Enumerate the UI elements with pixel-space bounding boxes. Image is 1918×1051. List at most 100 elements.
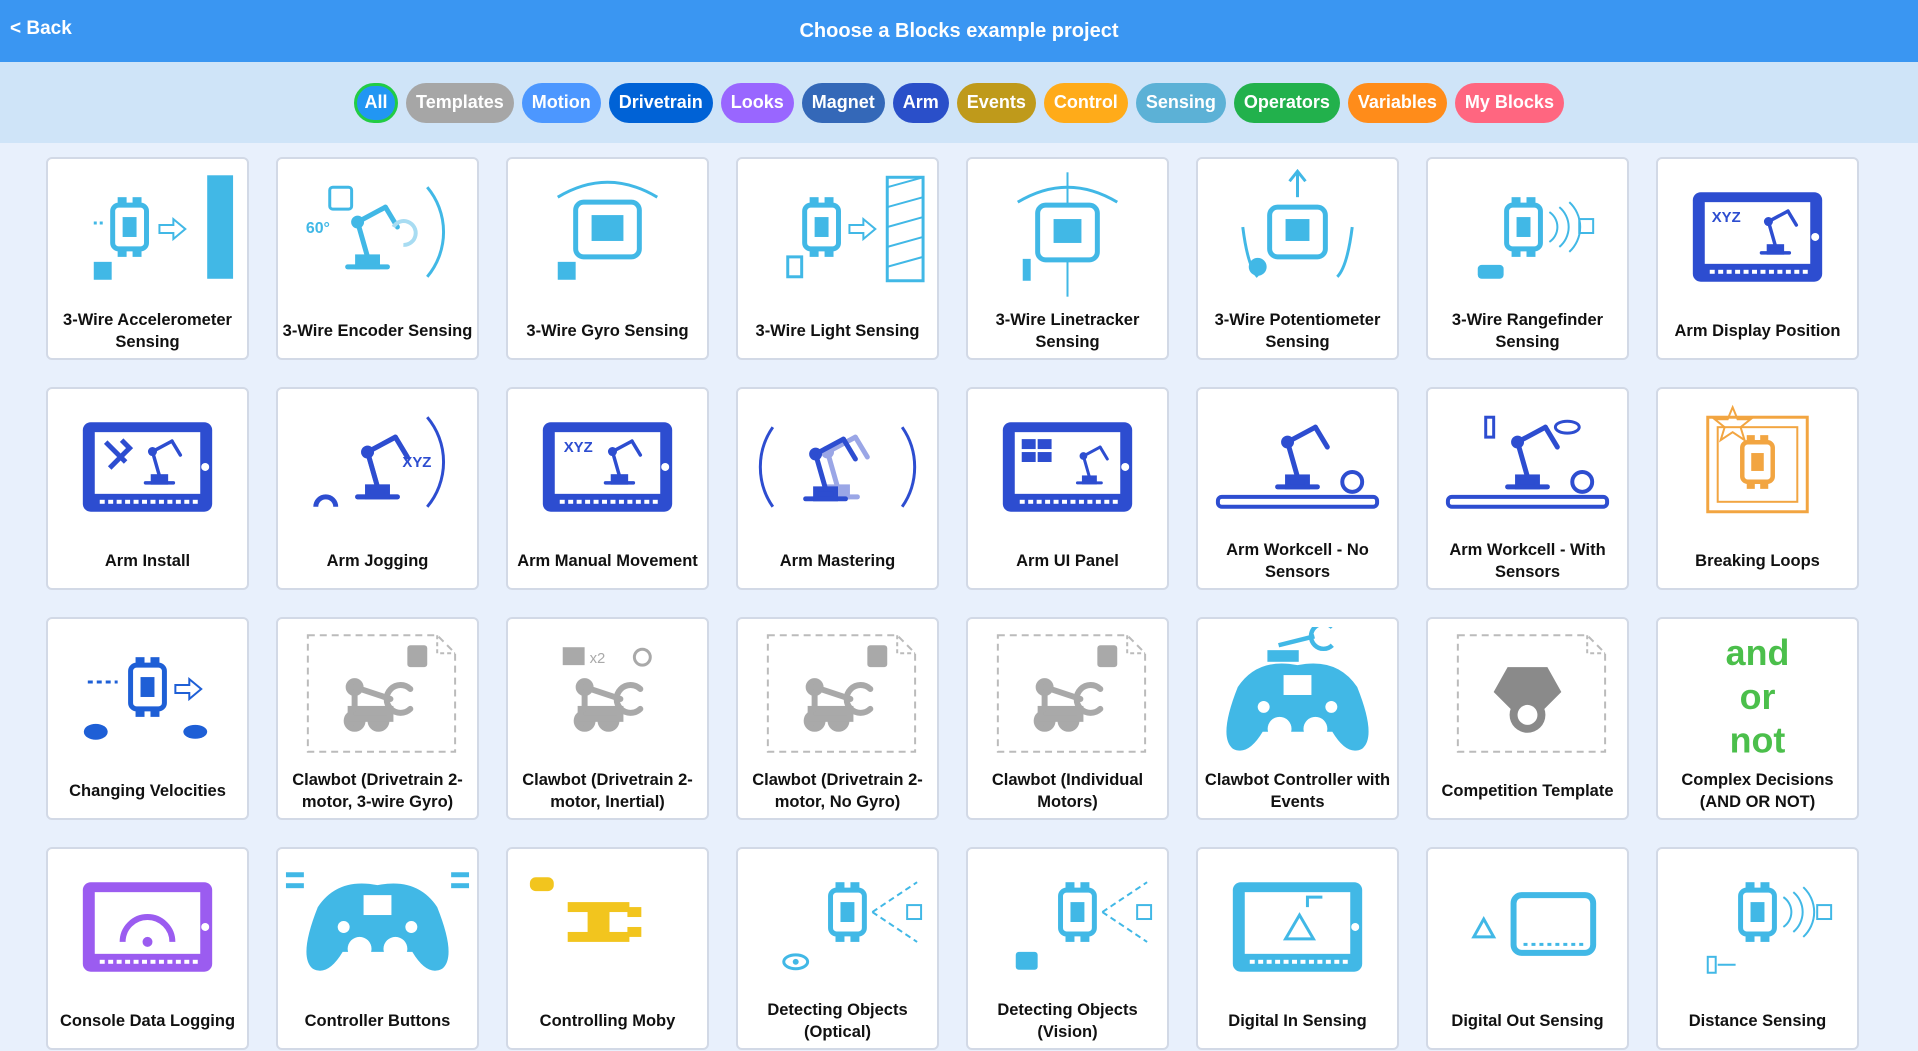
project-card[interactable]: XYZ Arm Manual Movement bbox=[506, 387, 709, 590]
project-card[interactable]: Clawbot Controller with Events bbox=[1196, 617, 1399, 820]
project-label: Detecting Objects (Optical) bbox=[767, 1001, 908, 1041]
project-label: Competition Template bbox=[1441, 782, 1614, 800]
project-card[interactable]: Detecting Objects (Vision) bbox=[966, 847, 1169, 1050]
project-card[interactable]: XYZ Arm Jogging bbox=[276, 387, 479, 590]
project-card[interactable]: Clawbot (Drivetrain 2-motor, No Gyro) bbox=[736, 617, 939, 820]
project-card[interactable]: Changing Velocities bbox=[46, 617, 249, 820]
project-label: Arm Manual Movement bbox=[517, 552, 698, 570]
svg-text:and: and bbox=[1726, 633, 1790, 673]
project-card[interactable]: Competition Template bbox=[1426, 617, 1629, 820]
project-label: 3-Wire Encoder Sensing bbox=[282, 322, 473, 340]
competition-icon bbox=[1428, 623, 1627, 761]
project-label: Clawbot (Individual Motors) bbox=[991, 771, 1144, 811]
project-card[interactable]: 3-Wire Gyro Sensing bbox=[506, 157, 709, 360]
project-card[interactable]: Arm UI Panel bbox=[966, 387, 1169, 590]
filter-chip-looks[interactable]: Looks bbox=[720, 82, 794, 123]
filter-chip-events[interactable]: Events bbox=[956, 82, 1036, 123]
filter-chip-drivetrain[interactable]: Drivetrain bbox=[608, 82, 713, 123]
project-label: 3-Wire Rangefinder Sensing bbox=[1451, 311, 1604, 351]
project-label: Controlling Moby bbox=[539, 1012, 676, 1030]
project-card[interactable]: Controlling Moby bbox=[506, 847, 709, 1050]
project-card[interactable]: and or not Complex Decisions (AND OR NOT) bbox=[1656, 617, 1859, 820]
project-card[interactable]: Arm Mastering bbox=[736, 387, 939, 590]
vision-icon bbox=[968, 853, 1167, 991]
project-card[interactable]: 3-Wire Linetracker Sensing bbox=[966, 157, 1169, 360]
filter-chip-control[interactable]: Control bbox=[1043, 82, 1128, 123]
project-label: 3-Wire Light Sensing bbox=[755, 322, 920, 340]
project-card[interactable]: XYZ Arm Display Position bbox=[1656, 157, 1859, 360]
clawbot-template-icon bbox=[738, 623, 937, 761]
svg-text:or: or bbox=[1740, 677, 1776, 717]
clawbot-template-icon bbox=[968, 623, 1167, 761]
project-card[interactable]: Clawbot (Individual Motors) bbox=[966, 617, 1169, 820]
project-label: 3-Wire Accelerometer Sensing bbox=[63, 311, 232, 351]
filter-chip-motion[interactable]: Motion bbox=[521, 82, 601, 123]
moby-icon bbox=[508, 853, 707, 991]
project-label: Clawbot (Drivetrain 2-motor, No Gyro) bbox=[752, 771, 923, 811]
rangefinder-icon bbox=[1428, 163, 1627, 301]
project-label: Arm Mastering bbox=[779, 552, 896, 570]
console-logging-icon bbox=[48, 853, 247, 991]
filter-chip-all[interactable]: All bbox=[354, 82, 399, 123]
project-label: Detecting Objects (Vision) bbox=[997, 1001, 1138, 1041]
project-label: Arm Display Position bbox=[1674, 322, 1841, 340]
project-label: Arm Jogging bbox=[326, 552, 429, 570]
project-label: Clawbot Controller with Events bbox=[1204, 771, 1391, 811]
project-label: Clawbot (Drivetrain 2-motor, Inertial) bbox=[522, 771, 693, 811]
breaking-loops-icon bbox=[1658, 393, 1857, 531]
arm-display-icon: XYZ bbox=[1658, 163, 1857, 301]
project-card[interactable]: 3-Wire Rangefinder Sensing bbox=[1426, 157, 1629, 360]
project-label: Clawbot (Drivetrain 2-motor, 3-wire Gyro… bbox=[292, 771, 463, 811]
project-card[interactable]: Detecting Objects (Optical) bbox=[736, 847, 939, 1050]
and-or-not-icon: and or not bbox=[1658, 623, 1857, 761]
project-label: Arm Workcell - With Sensors bbox=[1449, 541, 1606, 581]
project-grid: 3-Wire Accelerometer Sensing 60° 3-Wire E… bbox=[46, 157, 1859, 1050]
project-card[interactable]: Clawbot (Drivetrain 2-motor, 3-wire Gyro… bbox=[276, 617, 479, 820]
filter-chip-sensing[interactable]: Sensing bbox=[1135, 82, 1226, 123]
filter-chip-magnet[interactable]: Magnet bbox=[801, 82, 885, 123]
accelerometer-icon bbox=[48, 163, 247, 301]
back-button[interactable]: < Back bbox=[10, 18, 72, 40]
project-card[interactable]: 3-Wire Accelerometer Sensing bbox=[46, 157, 249, 360]
filter-chip-my-blocks[interactable]: My Blocks bbox=[1454, 82, 1564, 123]
potentiometer-icon bbox=[1198, 163, 1397, 301]
project-card[interactable]: Arm Workcell - With Sensors bbox=[1426, 387, 1629, 590]
project-card[interactable]: Controller Buttons bbox=[276, 847, 479, 1050]
filter-chip-variables[interactable]: Variables bbox=[1347, 82, 1447, 123]
arm-mastering-icon bbox=[738, 393, 937, 531]
arm-workcell-sensors-icon bbox=[1428, 393, 1627, 531]
project-label: Distance Sensing bbox=[1688, 1012, 1827, 1030]
digital-out-icon bbox=[1428, 853, 1627, 991]
project-label: Changing Velocities bbox=[69, 782, 226, 800]
optical-icon bbox=[738, 853, 937, 991]
project-card[interactable]: 3-Wire Light Sensing bbox=[736, 157, 939, 360]
arm-install-icon bbox=[48, 393, 247, 531]
project-card[interactable]: Breaking Loops bbox=[1656, 387, 1859, 590]
project-card[interactable]: Distance Sensing bbox=[1656, 847, 1859, 1050]
clawbot-inertial-icon: x2 bbox=[508, 623, 707, 761]
project-label: Arm Workcell - No Sensors bbox=[1226, 541, 1369, 581]
arm-manual-icon: XYZ bbox=[508, 393, 707, 531]
project-card[interactable]: Arm Workcell - No Sensors bbox=[1196, 387, 1399, 590]
project-card[interactable]: Digital In Sensing bbox=[1196, 847, 1399, 1050]
project-card[interactable]: Digital Out Sensing bbox=[1426, 847, 1629, 1050]
project-card[interactable]: 60° 3-Wire Encoder Sensing bbox=[276, 157, 479, 360]
controller-clawbot-icon bbox=[1198, 623, 1397, 761]
project-label: Arm UI Panel bbox=[1016, 552, 1119, 570]
project-card[interactable]: 3-Wire Potentiometer Sensing bbox=[1196, 157, 1399, 360]
project-card[interactable]: Arm Install bbox=[46, 387, 249, 590]
svg-text:x2: x2 bbox=[590, 650, 606, 667]
filter-chip-arm[interactable]: Arm bbox=[892, 82, 949, 123]
clawbot-template-icon bbox=[278, 623, 477, 761]
project-card[interactable]: x2 Clawbot (Drivetrain 2-motor, Inertial… bbox=[506, 617, 709, 820]
velocities-icon bbox=[48, 623, 247, 761]
project-label: Complex Decisions (AND OR NOT) bbox=[1681, 771, 1834, 811]
controller-icon bbox=[278, 853, 477, 991]
filter-chip-templates[interactable]: Templates bbox=[406, 82, 514, 123]
header-bar: < Back Choose a Blocks example project bbox=[0, 0, 1918, 62]
filter-chip-operators[interactable]: Operators bbox=[1233, 82, 1340, 123]
project-label: Controller Buttons bbox=[304, 1012, 451, 1030]
gyro-icon bbox=[508, 163, 707, 301]
project-card[interactable]: Console Data Logging bbox=[46, 847, 249, 1050]
project-label: Arm Install bbox=[104, 552, 191, 570]
